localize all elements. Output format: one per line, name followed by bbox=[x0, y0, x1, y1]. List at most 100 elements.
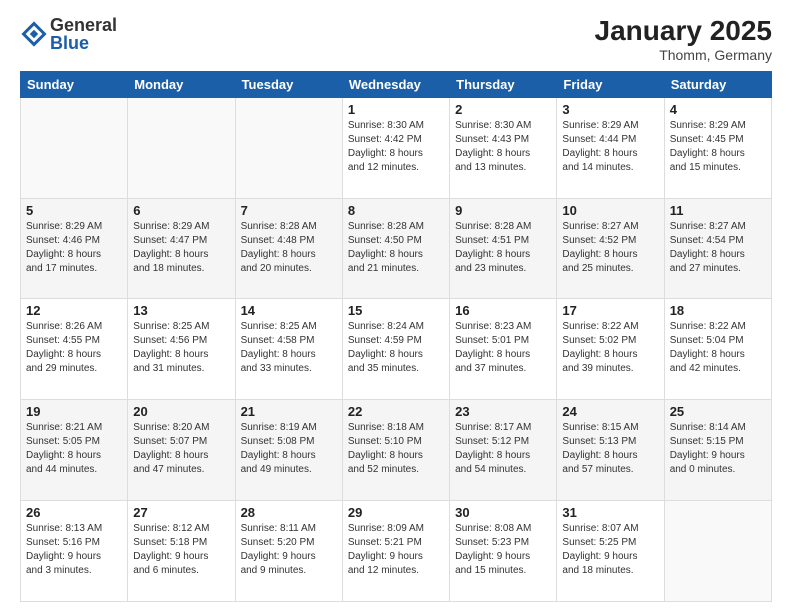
calendar-cell: 19 Sunrise: 8:21 AM Sunset: 5:05 PM Dayli… bbox=[21, 400, 128, 501]
logo-general: General bbox=[50, 16, 117, 34]
calendar-cell: 9Sunrise: 8:28 AM Sunset: 4:51 PM Daylig… bbox=[450, 198, 557, 299]
day-number: 25 bbox=[670, 404, 766, 419]
day-info: Sunrise: 8:29 AM Sunset: 4:45 PM Dayligh… bbox=[670, 119, 766, 175]
day-number: 2 bbox=[455, 102, 551, 117]
day-info: Sunrise: 8:26 AM Sunset: 4:55 PM Dayligh… bbox=[26, 320, 122, 376]
header-friday: Friday bbox=[557, 71, 664, 97]
calendar-cell: 17Sunrise: 8:22 AM Sunset: 5:02 PM Dayli… bbox=[557, 299, 664, 400]
calendar-cell bbox=[664, 501, 771, 602]
title-block: January 2025 Thomm, Germany bbox=[595, 16, 772, 63]
day-number: 1 bbox=[348, 102, 444, 117]
calendar-cell: 13 Sunrise: 8:25 AM Sunset: 4:56 PM Dayli… bbox=[128, 299, 235, 400]
day-number: 22 bbox=[348, 404, 444, 419]
day-info: Sunrise: 8:07 AM Sunset: 5:25 PM Dayligh… bbox=[562, 522, 658, 578]
day-number: 20 bbox=[133, 404, 229, 419]
calendar-cell: 3Sunrise: 8:29 AM Sunset: 4:44 PM Daylig… bbox=[557, 97, 664, 198]
logo-text: General Blue bbox=[50, 16, 117, 52]
day-info: Sunrise: 8:12 AM Sunset: 5:18 PM Dayligh… bbox=[133, 522, 229, 578]
calendar-week-3: 12 Sunrise: 8:26 AM Sunset: 4:55 PM Dayli… bbox=[21, 299, 772, 400]
calendar-week-4: 19 Sunrise: 8:21 AM Sunset: 5:05 PM Dayli… bbox=[21, 400, 772, 501]
day-info: Sunrise: 8:23 AM Sunset: 5:01 PM Dayligh… bbox=[455, 320, 551, 376]
calendar-cell: 6Sunrise: 8:29 AM Sunset: 4:47 PM Daylig… bbox=[128, 198, 235, 299]
calendar-cell: 31 Sunrise: 8:07 AM Sunset: 5:25 PM Dayli… bbox=[557, 501, 664, 602]
day-info: Sunrise: 8:11 AM Sunset: 5:20 PM Dayligh… bbox=[241, 522, 337, 578]
header-saturday: Saturday bbox=[664, 71, 771, 97]
calendar-cell bbox=[21, 97, 128, 198]
calendar-cell: 1 Sunrise: 8:30 AM Sunset: 4:42 PM Daylig… bbox=[342, 97, 449, 198]
day-info: Sunrise: 8:08 AM Sunset: 5:23 PM Dayligh… bbox=[455, 522, 551, 578]
calendar-cell: 20 Sunrise: 8:20 AM Sunset: 5:07 PM Dayli… bbox=[128, 400, 235, 501]
day-number: 21 bbox=[241, 404, 337, 419]
day-info: Sunrise: 8:21 AM Sunset: 5:05 PM Dayligh… bbox=[26, 421, 122, 477]
header: General Blue January 2025 Thomm, Germany bbox=[20, 16, 772, 63]
day-info: Sunrise: 8:13 AM Sunset: 5:16 PM Dayligh… bbox=[26, 522, 122, 578]
calendar-cell: 25 Sunrise: 8:14 AM Sunset: 5:15 PM Dayli… bbox=[664, 400, 771, 501]
day-number: 10 bbox=[562, 203, 658, 218]
calendar-cell: 21 Sunrise: 8:19 AM Sunset: 5:08 PM Dayli… bbox=[235, 400, 342, 501]
calendar-cell: 8 Sunrise: 8:28 AM Sunset: 4:50 PM Daylig… bbox=[342, 198, 449, 299]
day-info: Sunrise: 8:28 AM Sunset: 4:48 PM Dayligh… bbox=[241, 220, 337, 276]
day-number: 14 bbox=[241, 303, 337, 318]
calendar-cell bbox=[128, 97, 235, 198]
logo: General Blue bbox=[20, 16, 117, 52]
header-wednesday: Wednesday bbox=[342, 71, 449, 97]
day-info: Sunrise: 8:18 AM Sunset: 5:10 PM Dayligh… bbox=[348, 421, 444, 477]
logo-icon bbox=[20, 20, 48, 48]
header-tuesday: Tuesday bbox=[235, 71, 342, 97]
day-number: 30 bbox=[455, 505, 551, 520]
calendar-cell bbox=[235, 97, 342, 198]
day-number: 31 bbox=[562, 505, 658, 520]
calendar-table: Sunday Monday Tuesday Wednesday Thursday… bbox=[20, 71, 772, 602]
calendar-cell: 30 Sunrise: 8:08 AM Sunset: 5:23 PM Dayli… bbox=[450, 501, 557, 602]
calendar-cell: 18 Sunrise: 8:22 AM Sunset: 5:04 PM Dayli… bbox=[664, 299, 771, 400]
day-info: Sunrise: 8:25 AM Sunset: 4:56 PM Dayligh… bbox=[133, 320, 229, 376]
day-info: Sunrise: 8:28 AM Sunset: 4:50 PM Dayligh… bbox=[348, 220, 444, 276]
calendar-cell: 5Sunrise: 8:29 AM Sunset: 4:46 PM Daylig… bbox=[21, 198, 128, 299]
calendar-cell: 22 Sunrise: 8:18 AM Sunset: 5:10 PM Dayli… bbox=[342, 400, 449, 501]
day-number: 4 bbox=[670, 102, 766, 117]
calendar-week-2: 5Sunrise: 8:29 AM Sunset: 4:46 PM Daylig… bbox=[21, 198, 772, 299]
calendar-cell: 10Sunrise: 8:27 AM Sunset: 4:52 PM Dayli… bbox=[557, 198, 664, 299]
day-info: Sunrise: 8:19 AM Sunset: 5:08 PM Dayligh… bbox=[241, 421, 337, 477]
calendar-subtitle: Thomm, Germany bbox=[595, 47, 772, 63]
calendar-cell: 24 Sunrise: 8:15 AM Sunset: 5:13 PM Dayli… bbox=[557, 400, 664, 501]
day-number: 17 bbox=[562, 303, 658, 318]
day-info: Sunrise: 8:20 AM Sunset: 5:07 PM Dayligh… bbox=[133, 421, 229, 477]
calendar-cell: 15Sunrise: 8:24 AM Sunset: 4:59 PM Dayli… bbox=[342, 299, 449, 400]
day-info: Sunrise: 8:15 AM Sunset: 5:13 PM Dayligh… bbox=[562, 421, 658, 477]
day-info: Sunrise: 8:30 AM Sunset: 4:42 PM Dayligh… bbox=[348, 119, 444, 175]
header-monday: Monday bbox=[128, 71, 235, 97]
day-info: Sunrise: 8:17 AM Sunset: 5:12 PM Dayligh… bbox=[455, 421, 551, 477]
day-number: 24 bbox=[562, 404, 658, 419]
day-number: 19 bbox=[26, 404, 122, 419]
day-info: Sunrise: 8:09 AM Sunset: 5:21 PM Dayligh… bbox=[348, 522, 444, 578]
day-info: Sunrise: 8:30 AM Sunset: 4:43 PM Dayligh… bbox=[455, 119, 551, 175]
day-number: 29 bbox=[348, 505, 444, 520]
calendar-week-5: 26Sunrise: 8:13 AM Sunset: 5:16 PM Dayli… bbox=[21, 501, 772, 602]
day-number: 18 bbox=[670, 303, 766, 318]
day-info: Sunrise: 8:27 AM Sunset: 4:54 PM Dayligh… bbox=[670, 220, 766, 276]
day-info: Sunrise: 8:29 AM Sunset: 4:44 PM Dayligh… bbox=[562, 119, 658, 175]
day-info: Sunrise: 8:24 AM Sunset: 4:59 PM Dayligh… bbox=[348, 320, 444, 376]
day-info: Sunrise: 8:14 AM Sunset: 5:15 PM Dayligh… bbox=[670, 421, 766, 477]
calendar-cell: 4 Sunrise: 8:29 AM Sunset: 4:45 PM Daylig… bbox=[664, 97, 771, 198]
calendar-cell: 26Sunrise: 8:13 AM Sunset: 5:16 PM Dayli… bbox=[21, 501, 128, 602]
calendar-cell: 29 Sunrise: 8:09 AM Sunset: 5:21 PM Dayli… bbox=[342, 501, 449, 602]
day-number: 12 bbox=[26, 303, 122, 318]
day-number: 7 bbox=[241, 203, 337, 218]
calendar-week-1: 1 Sunrise: 8:30 AM Sunset: 4:42 PM Daylig… bbox=[21, 97, 772, 198]
calendar-cell: 16Sunrise: 8:23 AM Sunset: 5:01 PM Dayli… bbox=[450, 299, 557, 400]
day-number: 8 bbox=[348, 203, 444, 218]
day-info: Sunrise: 8:22 AM Sunset: 5:04 PM Dayligh… bbox=[670, 320, 766, 376]
calendar-cell: 14Sunrise: 8:25 AM Sunset: 4:58 PM Dayli… bbox=[235, 299, 342, 400]
header-sunday: Sunday bbox=[21, 71, 128, 97]
day-info: Sunrise: 8:29 AM Sunset: 4:46 PM Dayligh… bbox=[26, 220, 122, 276]
calendar-cell: 2 Sunrise: 8:30 AM Sunset: 4:43 PM Daylig… bbox=[450, 97, 557, 198]
logo-blue: Blue bbox=[50, 34, 117, 52]
calendar-title: January 2025 bbox=[595, 16, 772, 47]
calendar-cell: 28Sunrise: 8:11 AM Sunset: 5:20 PM Dayli… bbox=[235, 501, 342, 602]
calendar-cell: 12 Sunrise: 8:26 AM Sunset: 4:55 PM Dayli… bbox=[21, 299, 128, 400]
calendar-cell: 11 Sunrise: 8:27 AM Sunset: 4:54 PM Dayli… bbox=[664, 198, 771, 299]
day-number: 11 bbox=[670, 203, 766, 218]
day-number: 13 bbox=[133, 303, 229, 318]
